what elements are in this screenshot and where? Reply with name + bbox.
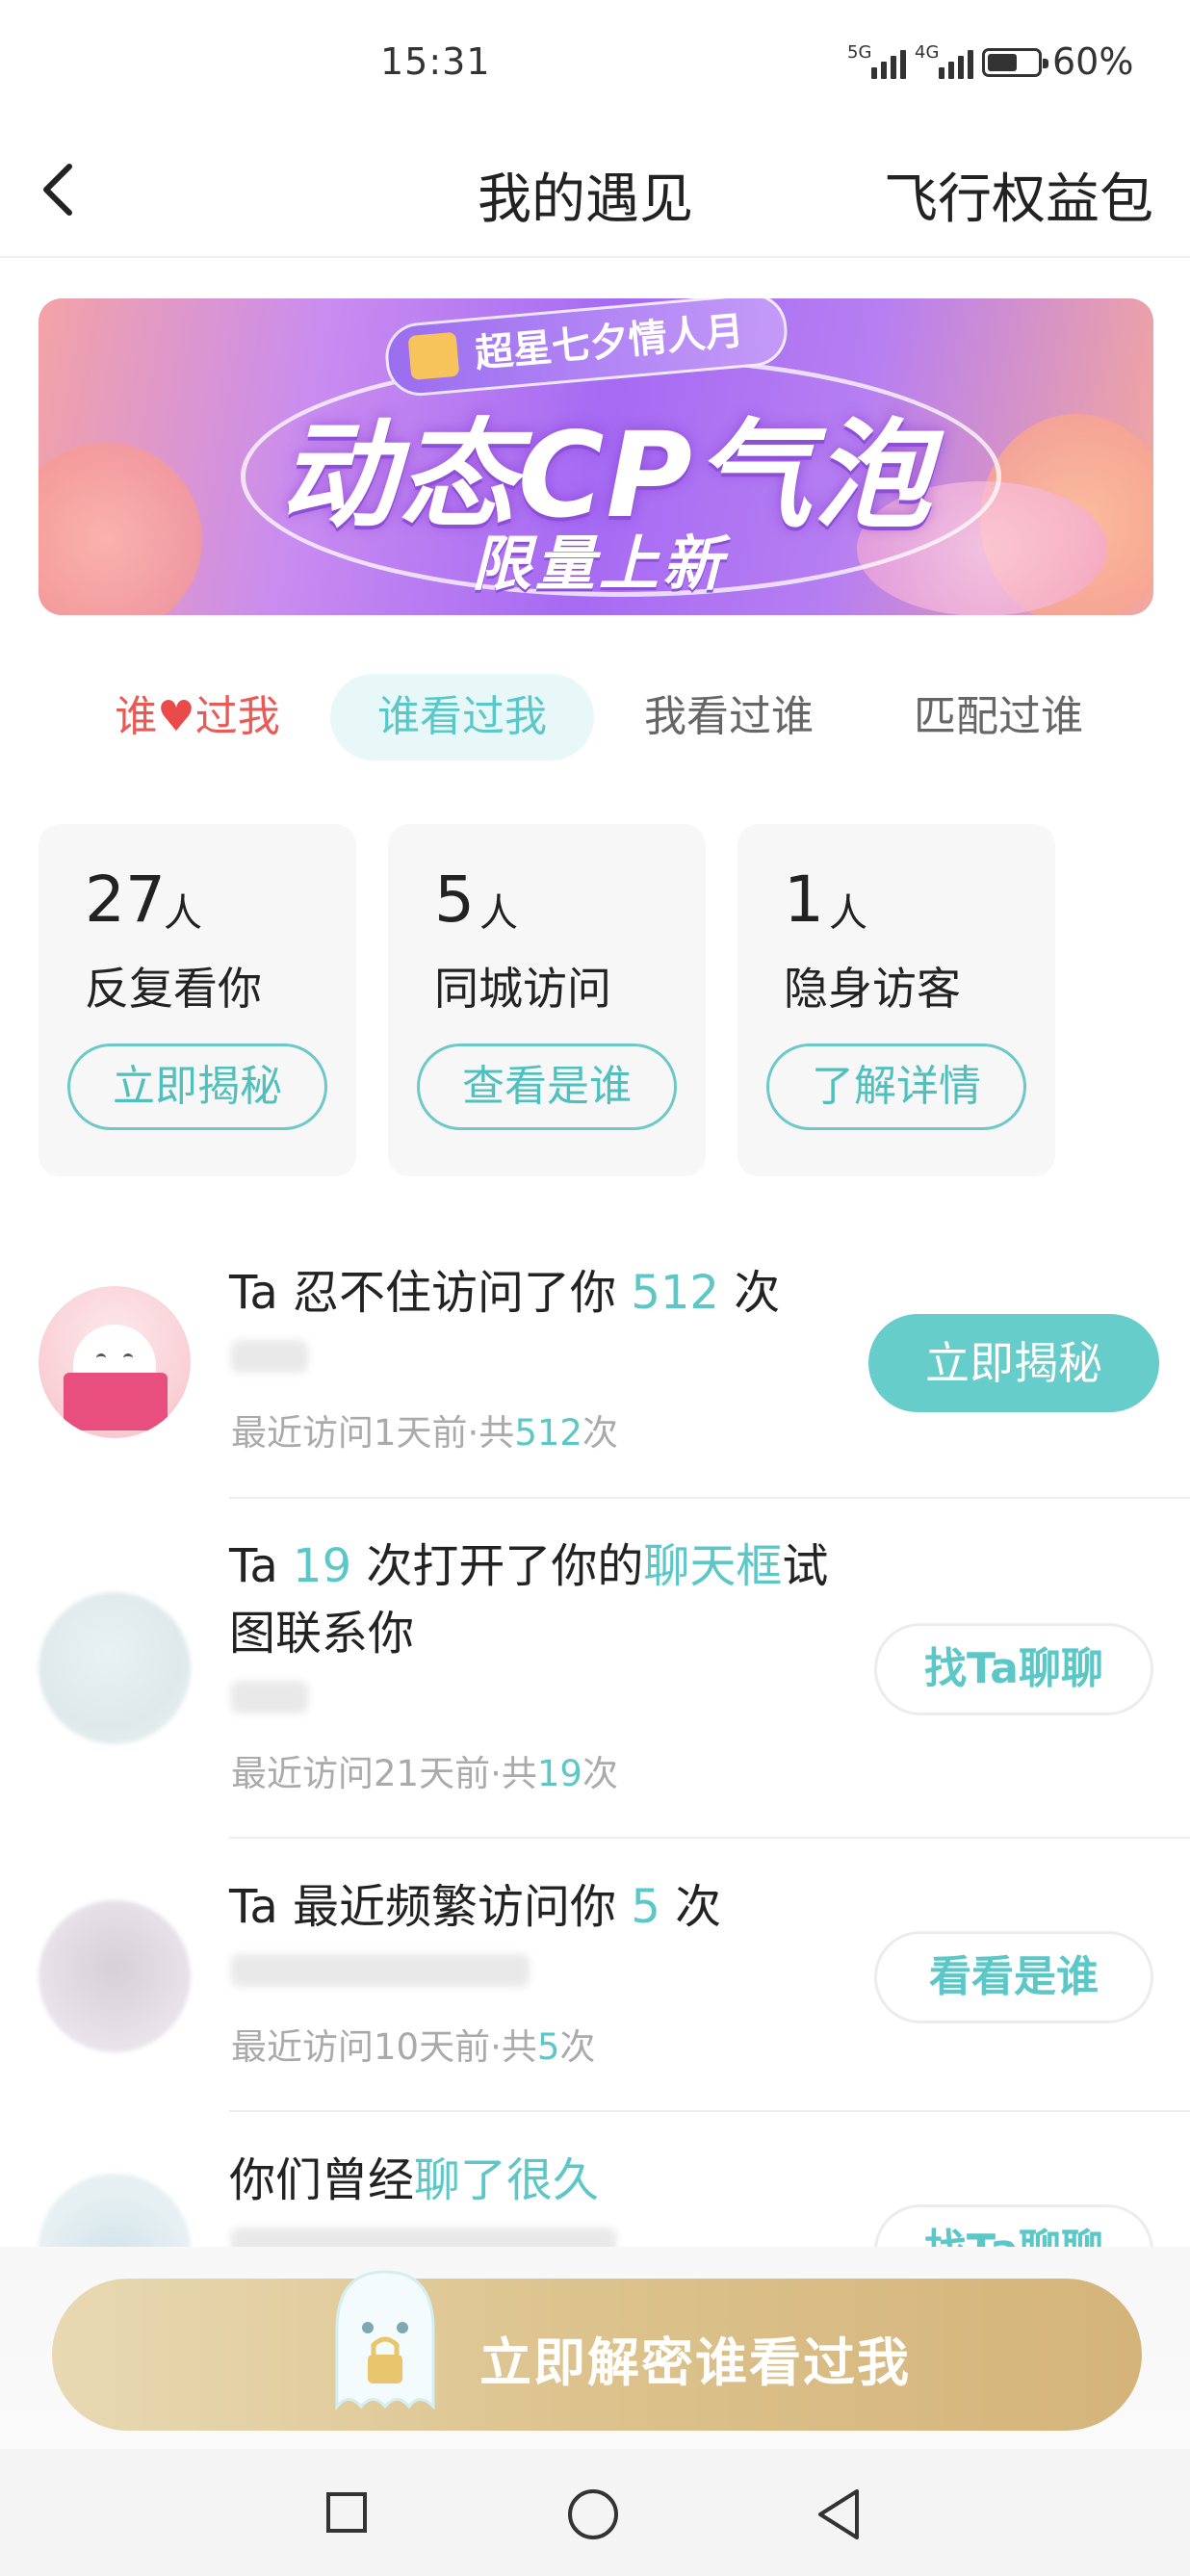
promo-banner[interactable]: 超星七夕情人月 动态CP气泡 限量上新	[39, 298, 1153, 615]
clock: 15:31	[380, 40, 491, 83]
home-icon[interactable]	[566, 2487, 620, 2541]
stat-desc: 反复看你	[85, 963, 262, 1015]
stat-unit: 人	[164, 891, 202, 936]
signal-icon-2	[939, 46, 973, 79]
stat-card-hidden: 1 人 隐身访客 了解详情	[737, 824, 1055, 1176]
stat-count: 5	[434, 863, 475, 937]
see-who-button[interactable]: 查看是谁	[417, 1043, 677, 1130]
avatar[interactable]	[39, 1286, 191, 1438]
tab-who-viewed-me[interactable]: 谁看过我	[330, 674, 594, 760]
visit-meta: 最近访问10天前·共5次	[231, 2026, 596, 2068]
back-arrow-icon[interactable]	[39, 161, 77, 219]
visitor-headline: Ta 最近频繁访问你 5 次	[229, 1880, 722, 1934]
stat-card-repeat: 27 人 反复看你 立即揭秘	[39, 824, 356, 1176]
visit-meta: 最近访问1天前·共512次	[231, 1412, 618, 1454]
status-bar: 15:31 5G 4G 60%	[0, 0, 1190, 125]
learn-more-button[interactable]: 了解详情	[766, 1043, 1026, 1130]
signal-label-5g: 5G	[847, 42, 872, 63]
stat-count: 1	[784, 863, 824, 937]
stat-card-local: 5 人 同城访问 查看是谁	[388, 824, 706, 1176]
blurred-name	[231, 1340, 308, 1373]
gift-icon	[407, 331, 460, 380]
blurred-name	[231, 1681, 308, 1713]
battery-percent: 60%	[1052, 40, 1134, 83]
signal-icon	[871, 46, 906, 79]
see-who-button[interactable]: 看看是谁	[874, 1931, 1153, 2023]
recent-apps-icon[interactable]	[323, 2489, 370, 2536]
stat-count: 27	[85, 863, 166, 937]
tab-label-pre: 谁	[115, 692, 158, 741]
tab-label-post: 过我	[194, 692, 280, 741]
stat-unit: 人	[829, 891, 867, 936]
divider	[229, 1497, 1190, 1499]
reveal-button[interactable]: 立即揭秘	[868, 1314, 1159, 1412]
tab-who-i-viewed[interactable]: 我看过谁	[607, 674, 851, 760]
stat-desc: 隐身访客	[784, 963, 961, 1015]
avatar[interactable]	[39, 1900, 191, 2052]
back-nav-icon[interactable]	[815, 2486, 863, 2543]
blurred-name	[231, 1954, 530, 1987]
ghost-lock-icon	[335, 2270, 435, 2411]
heart-icon: ♥	[157, 692, 195, 741]
divider	[229, 1837, 1190, 1839]
page-title: 我的遇见	[478, 168, 693, 231]
battery-icon	[982, 48, 1048, 77]
signal-label-4g: 4G	[915, 42, 940, 63]
divider	[229, 2110, 1190, 2112]
tab-who-liked-me[interactable]: 谁♥过我	[87, 674, 308, 760]
reveal-button[interactable]: 立即揭秘	[67, 1043, 327, 1130]
stat-unit: 人	[479, 891, 518, 936]
visitor-headline: Ta 19 次打开了你的聊天框试	[229, 1539, 829, 1593]
stat-desc: 同城访问	[434, 963, 611, 1015]
tab-who-matched[interactable]: 匹配过谁	[876, 674, 1121, 760]
chat-button[interactable]: 找Ta聊聊	[874, 1623, 1153, 1715]
visitor-headline: Ta 忍不住访问了你 512 次	[229, 1266, 781, 1320]
visitor-headline: 你们曾经聊了很久	[229, 2153, 600, 2207]
visit-meta: 最近访问21天前·共19次	[231, 1753, 618, 1794]
flight-benefits-link[interactable]: 飞行权益包	[884, 156, 1153, 234]
avatar[interactable]	[39, 1592, 191, 1744]
visitor-headline-line2: 图联系你	[229, 1607, 415, 1661]
banner-subtitle: 限量上新	[472, 528, 727, 599]
cta-label: 立即解密谁看过我	[479, 2332, 911, 2393]
